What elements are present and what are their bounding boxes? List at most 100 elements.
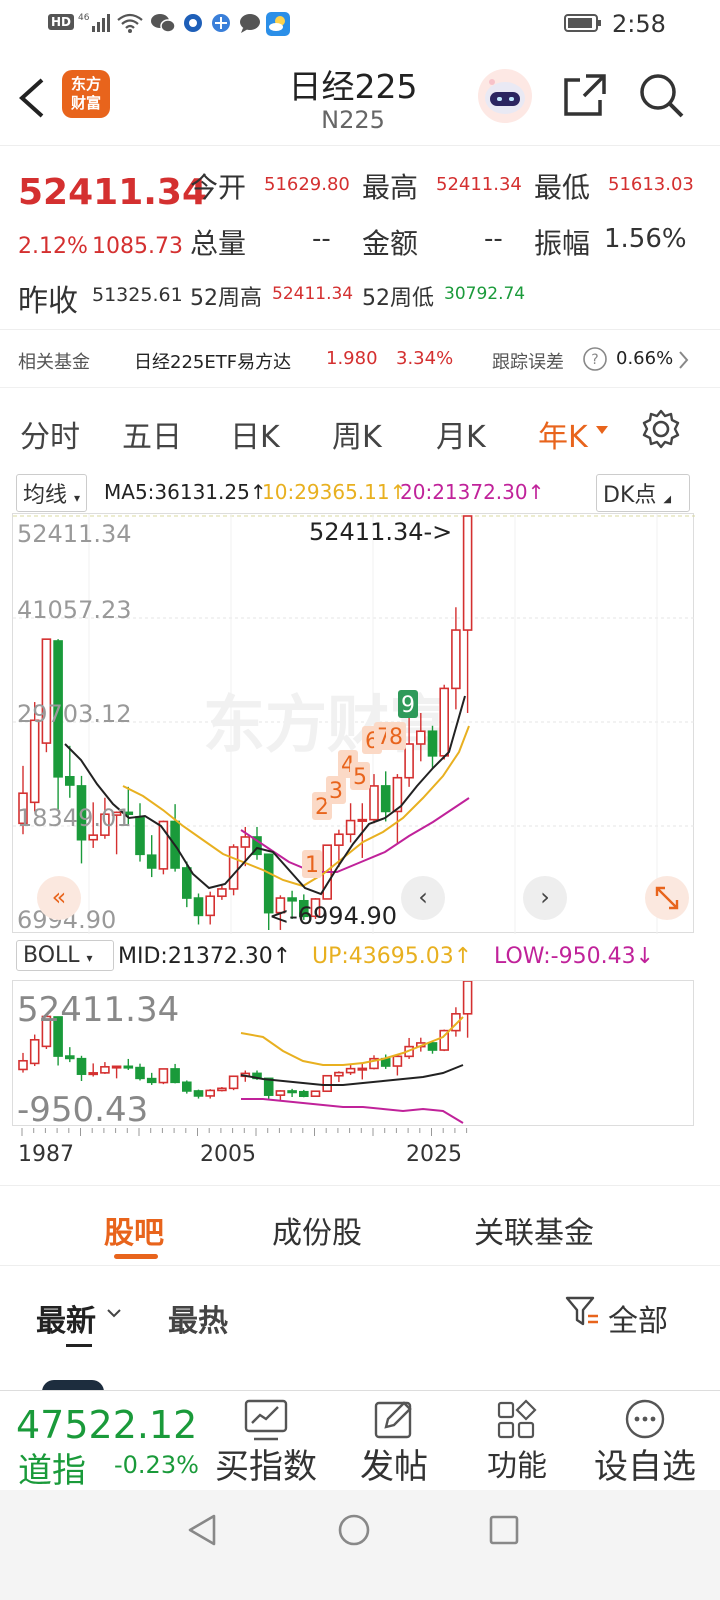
dropdown-arrow-icon <box>596 426 608 434</box>
boll-y-top: 52411.34 <box>17 990 179 1030</box>
scroll-right-button[interactable]: › <box>523 876 567 920</box>
w52-low-value: 30792.74 <box>444 284 526 304</box>
w52-high-value: 52411.34 <box>272 284 354 304</box>
select-arrow-icon: ▾ <box>74 491 81 505</box>
boll-chart[interactable]: 52411.34 -950.43 <box>12 980 694 1130</box>
help-icon[interactable]: ? <box>582 346 608 372</box>
boll-candle-16 <box>205 1089 215 1099</box>
settings-gear-icon[interactable] <box>640 408 682 450</box>
kline-chart[interactable]: 东方财富 123456789 52411.34 41057.23 29703.1… <box>12 513 695 934</box>
amount-label: 金额 <box>362 227 419 260</box>
filter-icon[interactable] <box>564 1294 600 1330</box>
weather-icon <box>266 12 290 36</box>
app-notify-icon-2 <box>212 14 230 32</box>
chevron-down-icon <box>107 1309 121 1318</box>
candle-28 <box>345 803 356 843</box>
volume-value: -- <box>312 224 331 254</box>
count-label-3: 3 <box>329 779 343 804</box>
boll-candle-0 <box>18 1052 28 1073</box>
fund-section-label: 相关基金 <box>18 352 90 373</box>
tab-guba[interactable]: 股吧 <box>104 1208 164 1252</box>
tab-day-k[interactable]: 日K <box>230 412 280 456</box>
y-label-2: 41057.23 <box>17 596 132 624</box>
boll-candle-5 <box>76 1055 87 1081</box>
indicator-select[interactable]: 均线 ▾ <box>16 474 88 512</box>
function-label: 功能 <box>487 1449 547 1484</box>
tracking-error-value: 0.66% <box>616 348 674 369</box>
candle-16 <box>205 891 215 925</box>
tab-week-k[interactable]: 周K <box>332 412 382 456</box>
candle-31 <box>380 771 391 822</box>
message-icon <box>240 14 260 33</box>
sort-hot[interactable]: 最热 <box>168 1296 228 1340</box>
post-label: 发帖 <box>360 1447 428 1487</box>
svg-text:?: ? <box>591 352 598 368</box>
fund-price: 1.980 <box>326 348 378 369</box>
boll-candle-15 <box>193 1089 204 1099</box>
open-label: 今开 <box>190 171 247 204</box>
tracking-error-label: 跟踪误差 <box>492 352 564 373</box>
tab-year-k[interactable]: 年K <box>538 412 588 456</box>
boll-candle-8 <box>111 1065 122 1079</box>
ticker-value[interactable]: 47522.12 <box>16 1403 197 1447</box>
filter-label[interactable]: 全部 <box>608 1296 668 1340</box>
boll-candle-1 <box>29 1034 40 1067</box>
tab-related-funds[interactable]: 关联基金 <box>474 1208 594 1252</box>
x-label-2005: 2005 <box>200 1142 256 1167</box>
x-ticks <box>21 1128 468 1136</box>
tab-minute[interactable]: 分时 <box>20 412 80 456</box>
candle-38 <box>462 515 473 714</box>
active-tab-underline <box>114 1254 158 1259</box>
current-price: 52411.34 <box>18 172 208 213</box>
sort-latest[interactable]: 最新 <box>36 1296 96 1340</box>
ticker-name[interactable]: 道指 <box>18 1443 86 1492</box>
boll-select-label: BOLL <box>23 943 80 968</box>
expand-icon[interactable] <box>645 876 689 920</box>
tab-five-day[interactable]: 五日 <box>122 412 182 456</box>
boll-select[interactable]: BOLL ▾ <box>16 940 114 971</box>
dk-point-select[interactable]: DK点 ◢ <box>596 474 690 512</box>
candle-2 <box>41 638 52 753</box>
boll-low-line <box>241 1098 464 1124</box>
share-icon[interactable] <box>562 72 608 118</box>
function-button[interactable]: 功能 <box>472 1395 562 1489</box>
prev-close-label: 昨收 <box>18 284 78 319</box>
related-fund-row[interactable]: 相关基金 日经225ETF易方达 1.980 3.34% 跟踪误差 ? 0.66… <box>0 330 720 388</box>
boll-candle-29 <box>357 1063 368 1080</box>
search-icon[interactable] <box>638 72 686 120</box>
chart-trend-icon <box>244 1399 288 1441</box>
amplitude-value: 1.56% <box>604 224 687 254</box>
boll-candle-14 <box>182 1080 192 1094</box>
x-label-2025: 2025 <box>406 1142 462 1167</box>
fund-name[interactable]: 日经225ETF易方达 <box>134 348 291 374</box>
sort-tabs: 最新 最热 全部 <box>0 1268 720 1360</box>
buy-index-button[interactable]: 买指数 <box>206 1395 326 1489</box>
edit-icon <box>374 1401 412 1439</box>
boll-low: LOW:-950.43↓ <box>494 944 655 969</box>
dk-point-label: DK点 <box>603 483 657 508</box>
change-value: 1085.73 <box>92 234 183 259</box>
sort-underline <box>66 1344 92 1347</box>
low-marker: <-6994.90 <box>269 902 397 930</box>
post-button[interactable]: 发帖 <box>346 1395 442 1489</box>
w52-high-label: 52周高 <box>190 286 262 311</box>
nav-home-icon[interactable] <box>336 1512 372 1548</box>
tab-constituents[interactable]: 成份股 <box>272 1208 362 1252</box>
nav-recents-icon[interactable] <box>486 1512 522 1548</box>
nav-back-icon[interactable] <box>184 1512 220 1548</box>
rewind-button[interactable]: « <box>37 876 81 920</box>
add-watchlist-button[interactable]: 设自选 <box>584 1395 706 1489</box>
tab-month-k[interactable]: 月K <box>436 412 486 456</box>
candle-13 <box>170 804 180 872</box>
robot-assistant-icon[interactable] <box>476 68 534 124</box>
high-value: 52411.34 <box>436 174 522 195</box>
w52-low-label: 52周低 <box>362 286 434 311</box>
quote-panel: 52411.34 2.12% 1085.73 昨收 51325.61 今开 51… <box>0 146 720 330</box>
boll-y-bottom: -950.43 <box>17 1090 148 1127</box>
boll-candle-17 <box>217 1087 227 1092</box>
x-label-1987: 1987 <box>18 1142 74 1167</box>
scroll-left-button[interactable]: ‹ <box>401 876 445 920</box>
signal-icon: 46 <box>78 13 110 32</box>
count-label-1: 1 <box>305 853 319 878</box>
battery-icon <box>564 14 601 32</box>
